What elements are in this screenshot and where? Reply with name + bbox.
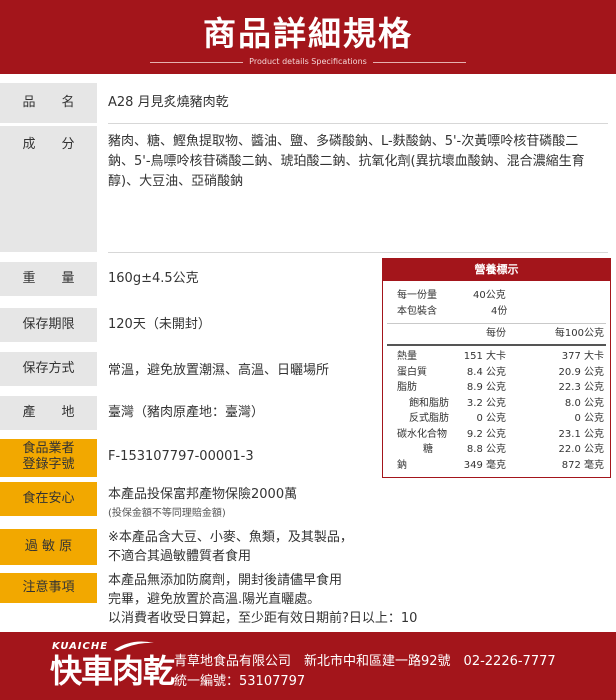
nutrient-name: 糖 (423, 444, 433, 455)
nutrient-name: 碳水化合物 (397, 428, 447, 440)
nutrient-per-100g: 22.3 公克 (558, 382, 604, 393)
nutrition-column-headers: 每份 每100公克 (383, 326, 610, 342)
nutrition-row: 蛋白質 8.4 公克 20.9 公克 (383, 365, 610, 381)
nutrient-per-100g: 8.0 公克 (564, 397, 604, 409)
notes-line1: 本產品無添加防腐劑，開封後請儘早食用 (108, 573, 343, 588)
license-label-line2: 登錄字號 (22, 457, 75, 472)
name-value: A28 月見炙燒豬肉乾 (108, 95, 229, 110)
weight-label: 重 量 (0, 262, 97, 296)
insurance-value: 本產品投保富邦產物保險2000萬 (108, 487, 298, 502)
insurance-label: 食在安心 (0, 482, 97, 516)
nutrient-per-serving: 8.4 公克 (466, 366, 506, 378)
ingredients-value: 豬肉、糖、鰹魚提取物、醬油、鹽、多磷酸鈉、L-麩酸鈉、5'-次黃嘌呤核苷磷酸二鈉… (108, 134, 585, 189)
col-per-serving: 每份 (486, 328, 506, 339)
nutrition-title: 營養標示 (383, 259, 610, 281)
insurance-note: (投保金額不等同理賠金額) (108, 508, 226, 519)
nutrient-per-100g: 22.0 公克 (558, 444, 604, 455)
page-subtitle: Product details Specifications (0, 56, 616, 68)
nutrient-per-serving: 349 毫克 (463, 459, 506, 471)
nutrient-per-serving: 8.9 公克 (466, 382, 506, 393)
origin-value: 臺灣（豬肉原產地：臺灣） (108, 405, 265, 420)
nutrient-per-serving: 3.2 公克 (466, 397, 506, 409)
footer-banner: KUAICHE 快車肉乾 青草地食品有限公司 新北市中和區建一路92號 02-2… (0, 632, 616, 700)
nutrition-table: 營養標示 每一份量 40公克 本包裝含 4份 每份 每100公克 熱量 151 大… (382, 258, 611, 478)
weight-value: 160g±4.5公克 (108, 271, 199, 286)
allergen-line2: 不適合其過敏體質者食用 (108, 549, 252, 564)
nutrition-row: 糖 8.8 公克 22.0 公克 (383, 442, 610, 458)
shelf-life-label: 保存期限 (0, 308, 97, 342)
allergen-label: 過 敏 原 (0, 529, 97, 565)
ingredients-label: 成 分 (0, 126, 97, 252)
nutrition-row: 飽和脂肪 3.2 公克 8.0 公克 (383, 396, 610, 412)
servings-per-package-label: 本包裝含 (397, 306, 437, 317)
license-value: F-153107797-00001-3 (108, 449, 254, 464)
storage-value: 常溫，避免放置潮濕、高溫、日曬場所 (108, 363, 330, 378)
nutrient-per-serving: 151 大卡 (463, 351, 506, 362)
servings-per-package-row: 本包裝含 4份 (383, 304, 610, 320)
nutrient-name: 鈉 (397, 459, 407, 471)
brand-logo-en: KUAICHE (52, 641, 109, 652)
nutrient-per-100g: 0 公克 (574, 413, 604, 424)
divider (108, 252, 608, 253)
brand-swoosh-icon (114, 641, 154, 651)
page-title: 商品詳細規格 (203, 14, 413, 53)
serving-size-value: 40公克 (473, 290, 506, 301)
license-label-line1: 食品業者 (22, 441, 75, 456)
nutrient-per-100g: 23.1 公克 (558, 428, 604, 440)
notes-label: 注意事項 (0, 573, 97, 603)
nutrient-per-serving: 8.8 公克 (466, 444, 506, 455)
nutrient-name: 脂肪 (397, 382, 417, 393)
serving-size-label: 每一份量 (397, 290, 437, 301)
nutrient-per-100g: 20.9 公克 (558, 366, 604, 378)
page-subtitle-text: Product details Specifications (243, 57, 373, 66)
notes-line3: 以消費者收受日算起，至少距有效日期前?日以上：10 (108, 611, 418, 626)
nutrition-rule (387, 323, 606, 324)
nutrient-name: 蛋白質 (397, 366, 427, 378)
nutrition-row: 鈉 349 毫克 872 毫克 (383, 458, 610, 474)
nutrition-row: 熱量 151 大卡 377 大卡 (383, 349, 610, 365)
license-label: 食品業者 登錄字號 (0, 439, 97, 477)
name-label: 品 名 (0, 83, 97, 123)
nutrient-per-100g: 377 大卡 (561, 351, 604, 362)
notes-line2: 完畢，避免放置於高溫.陽光直曬處。 (108, 592, 321, 607)
nutrition-row: 脂肪 8.9 公克 22.3 公克 (383, 380, 610, 396)
storage-label: 保存方式 (0, 352, 97, 386)
header-banner: 商品詳細規格 Product details Specifications (0, 0, 616, 74)
nutrient-name: 反式脂肪 (409, 413, 449, 424)
tax-id: 統一編號：53107797 (174, 674, 306, 689)
divider (108, 123, 608, 124)
brand-logo-zh: 快車肉乾 (50, 652, 175, 690)
nutrient-per-100g: 872 毫克 (561, 459, 604, 471)
nutrition-rule-thick (387, 344, 606, 346)
nutrient-per-serving: 0 公克 (476, 413, 506, 424)
nutrient-name: 飽和脂肪 (409, 397, 449, 409)
company-info: 青草地食品有限公司 新北市中和區建一路92號 02-2226-7777 (174, 654, 556, 669)
nutrition-row: 碳水化合物 9.2 公克 23.1 公克 (383, 427, 610, 443)
serving-size-row: 每一份量 40公克 (383, 288, 610, 304)
nutrition-row: 反式脂肪 0 公克 0 公克 (383, 411, 610, 427)
col-per-100g: 每100公克 (554, 328, 604, 339)
nutrient-per-serving: 9.2 公克 (466, 428, 506, 440)
servings-per-package-value: 4份 (491, 306, 508, 317)
origin-label: 產 地 (0, 396, 97, 430)
allergen-line1: ※本產品含大豆、小麥、魚類，及其製品， (108, 530, 353, 545)
shelf-life-value: 120天（未開封） (108, 317, 211, 332)
nutrient-name: 熱量 (397, 351, 417, 362)
